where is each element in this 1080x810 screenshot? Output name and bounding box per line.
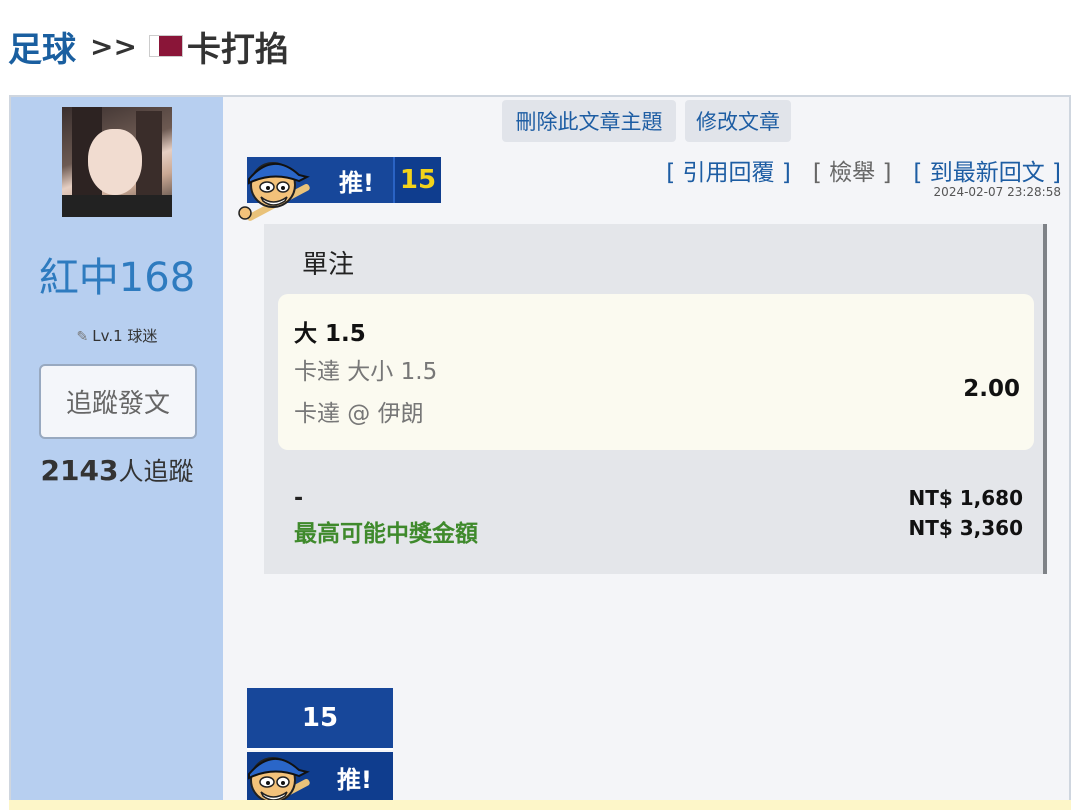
avatar[interactable] xyxy=(62,107,172,217)
quote-reply-link[interactable]: [ 引用回覆 ] xyxy=(666,153,791,187)
page-title: 卡打掐 xyxy=(186,29,289,70)
breadcrumb: 足球 >> 卡打掐 xyxy=(8,22,289,71)
follower-count-suffix: 人追蹤 xyxy=(118,457,194,486)
report-link[interactable]: [ 檢舉 ] xyxy=(813,153,892,187)
stake-amount: NT$ 1,680 xyxy=(908,486,1023,510)
next-post-strip xyxy=(9,800,1071,810)
follower-count-number: 2143 xyxy=(40,454,119,487)
bet-event: 卡達 @ 伊朗 xyxy=(294,401,424,427)
author-level-text: Lv.1 球迷 xyxy=(92,327,158,345)
bet-slip-heading: 單注 xyxy=(302,250,355,280)
bet-selection-box: 大 1.5 卡達 大小 1.5 卡達 @ 伊朗 2.00 xyxy=(278,294,1034,450)
follower-count: 2143人追蹤 xyxy=(11,452,223,488)
follow-posts-button[interactable]: 追蹤發文 xyxy=(39,364,197,439)
qatar-flag-icon xyxy=(148,35,183,57)
bet-market: 卡達 大小 1.5 xyxy=(294,359,438,385)
post-timestamp: 2024-02-07 23:28:58 xyxy=(933,185,1061,199)
post-frame: 紅中168 ✎ Lv.1 球迷 追蹤發文 2143人追蹤 刪除此文章主題 修改文章… xyxy=(9,95,1071,810)
stake-label: - xyxy=(294,486,304,511)
max-payout-amount: NT$ 3,360 xyxy=(908,516,1023,540)
post-actions: [ 引用回覆 ] [ 檢舉 ] [ 到最新回文 ] xyxy=(666,153,1061,187)
latest-reply-link[interactable]: [ 到最新回文 ] xyxy=(913,153,1061,187)
author-level: ✎ Lv.1 球迷 xyxy=(11,325,223,346)
bottom-push-button[interactable]: 15 推! xyxy=(246,688,393,810)
push-button[interactable]: 推! 15 xyxy=(238,157,441,221)
pencil-icon: ✎ xyxy=(76,329,89,345)
max-payout-label: 最高可能中獎金額 xyxy=(294,521,478,547)
bet-odds: 2.00 xyxy=(963,376,1020,402)
push-count: 15 xyxy=(393,157,441,203)
delete-topic-button[interactable]: 刪除此文章主題 xyxy=(502,100,676,142)
baseball-mascot-icon xyxy=(238,162,310,221)
edit-post-button[interactable]: 修改文章 xyxy=(685,100,791,142)
bet-selection: 大 1.5 xyxy=(294,321,366,347)
author-sidebar: 紅中168 ✎ Lv.1 球迷 追蹤發文 2143人追蹤 xyxy=(11,97,223,810)
breadcrumb-section-link[interactable]: 足球 xyxy=(8,22,76,71)
bottom-push-count: 15 xyxy=(247,688,393,750)
bottom-push-label: 推! xyxy=(337,766,372,794)
bet-slip-card: 單注 大 1.5 卡達 大小 1.5 卡達 @ 伊朗 2.00 - NT$ 1,… xyxy=(264,224,1047,574)
push-label: 推! xyxy=(339,169,374,197)
breadcrumb-separator: >> xyxy=(90,29,137,63)
author-name[interactable]: 紅中168 xyxy=(11,245,223,303)
